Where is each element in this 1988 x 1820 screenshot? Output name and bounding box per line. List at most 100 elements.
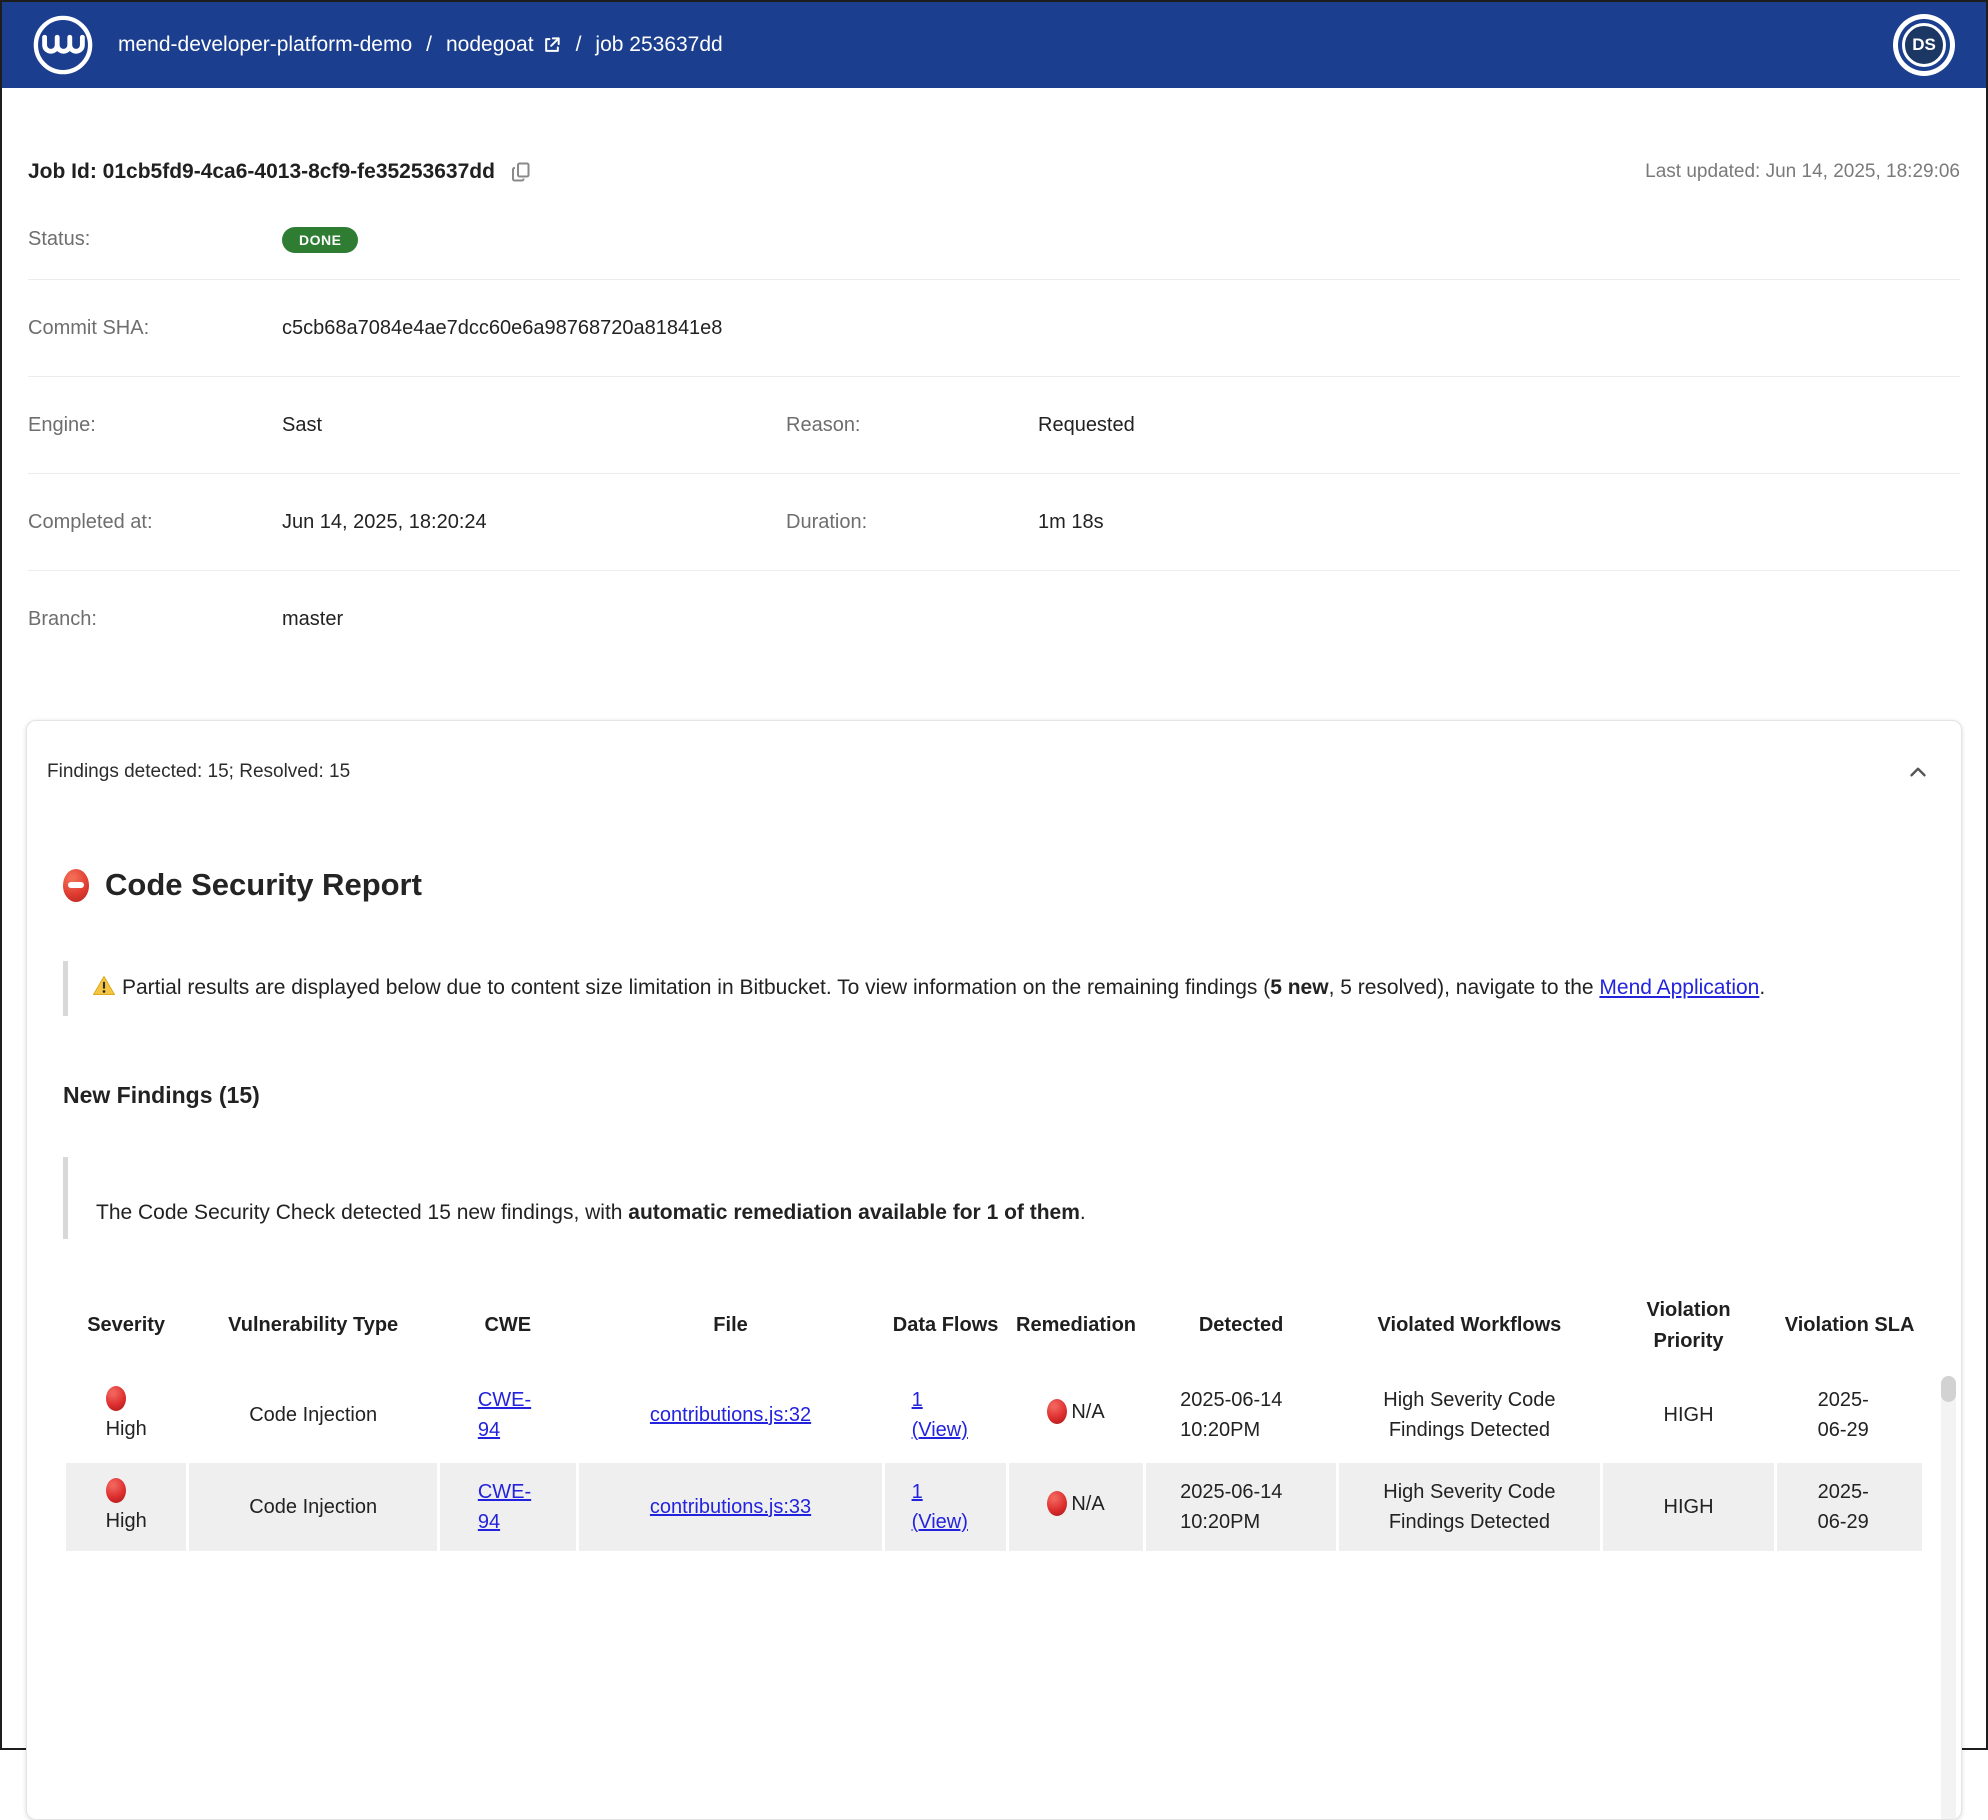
cwe-cell: CWE-94 [440, 1371, 576, 1459]
col-file: File [579, 1285, 883, 1367]
commit-label: Commit SHA: [28, 317, 282, 340]
breadcrumb-repo-label: nodegoat [446, 33, 534, 57]
job-details-section: Job Id: 01cb5fd9-4ca6-4013-8cf9-fe352536… [2, 160, 1986, 668]
commit-row: Commit SHA: c5cb68a7084e4ae7dcc60e6a9876… [28, 280, 1960, 377]
chevron-up-icon[interactable] [1905, 759, 1931, 785]
intro-text-bold: automatic remediation available for 1 of… [628, 1201, 1080, 1224]
job-id-row: Job Id: 01cb5fd9-4ca6-4013-8cf9-fe352536… [28, 160, 1960, 184]
breadcrumb-repo[interactable]: nodegoat [446, 33, 562, 57]
mend-logo-icon[interactable] [32, 14, 94, 76]
warning-text-post: . [1759, 976, 1765, 999]
data-flows-cell: 1 (View) [885, 1463, 1005, 1551]
data-flows-link[interactable]: 1 (View) [912, 1385, 980, 1445]
branch-row: Branch: master [28, 571, 1960, 668]
vulnerability-type-cell: Code Injection [189, 1371, 437, 1459]
engine-value: Sast [282, 414, 786, 437]
file-link[interactable]: contributions.js:32 [650, 1404, 811, 1426]
last-updated-text: Last updated: Jun 14, 2025, 18:29:06 [1645, 161, 1960, 183]
data-flows-link[interactable]: 1 (View) [912, 1477, 980, 1537]
warning-text-pre: Partial results are displayed below due … [122, 976, 1270, 999]
engine-label: Engine: [28, 414, 282, 437]
breadcrumb-project[interactable]: mend-developer-platform-demo [118, 33, 412, 57]
scrollbar-thumb[interactable] [1941, 1376, 1956, 1402]
warning-text-bold: 5 new [1270, 976, 1328, 999]
red-circle-icon [1047, 1491, 1067, 1516]
mend-application-link[interactable]: Mend Application [1599, 976, 1759, 999]
status-label: Status: [28, 228, 282, 251]
breadcrumb-separator: / [576, 33, 582, 57]
job-id-text: Job Id: 01cb5fd9-4ca6-4013-8cf9-fe352536… [28, 160, 495, 184]
report-body: Code Security Report Partial results are… [27, 867, 1961, 1555]
intro-text-post: . [1080, 1201, 1086, 1224]
detected-text: 2025-06-14 10:20PM [1180, 1385, 1302, 1445]
warning-text-mid: , 5 resolved), navigate to the [1329, 976, 1600, 999]
table-row: High Code Injection CWE-94 contributions… [66, 1463, 1922, 1551]
external-link-icon [542, 35, 562, 55]
reason-value: Requested [1038, 414, 1960, 437]
remediation-text: N/A [1071, 1489, 1104, 1519]
breadcrumb: mend-developer-platform-demo / nodegoat … [118, 33, 723, 57]
copy-icon[interactable] [509, 160, 533, 184]
top-navbar: mend-developer-platform-demo / nodegoat … [2, 2, 1986, 88]
warning-icon [92, 971, 116, 992]
cwe-cell: CWE-94 [440, 1463, 576, 1551]
table-header-row: Severity Vulnerability Type CWE File Dat… [66, 1285, 1922, 1367]
status-row: Status: DONE [28, 200, 1960, 280]
vertical-scrollbar[interactable] [1941, 1376, 1956, 1819]
completed-label: Completed at: [28, 511, 282, 534]
branch-label: Branch: [28, 608, 282, 631]
page: { "colors": { "navbar_blue": "#1b3e8e", … [0, 0, 1988, 1750]
col-remediation: Remediation [1009, 1285, 1144, 1367]
findings-summary-text: Findings detected: 15; Resolved: 15 [47, 761, 350, 783]
col-severity: Severity [66, 1285, 186, 1367]
detected-cell: 2025-06-14 10:20PM [1146, 1371, 1336, 1459]
findings-card-header[interactable]: Findings detected: 15; Resolved: 15 [27, 721, 1961, 785]
report-title-text: Code Security Report [105, 867, 422, 903]
col-vulnerability-type: Vulnerability Type [189, 1285, 437, 1367]
data-flows-cell: 1 (View) [885, 1371, 1005, 1459]
user-avatar[interactable]: DS [1902, 23, 1946, 67]
remediation-cell: N/A [1009, 1371, 1144, 1459]
red-circle-icon [106, 1478, 126, 1503]
detected-cell: 2025-06-14 10:20PM [1146, 1463, 1336, 1551]
remediation-text: N/A [1071, 1397, 1104, 1427]
detected-text: 2025-06-14 10:20PM [1180, 1477, 1302, 1537]
col-violation-sla: Violation SLA [1777, 1285, 1922, 1367]
findings-table: Severity Vulnerability Type CWE File Dat… [63, 1281, 1925, 1555]
duration-value: 1m 18s [1038, 511, 1960, 534]
completed-duration-row: Completed at: Jun 14, 2025, 18:20:24 Dur… [28, 474, 1960, 571]
severity-text: High [106, 1506, 147, 1536]
col-data-flows: Data Flows [885, 1285, 1005, 1367]
violation-sla-cell: 2025-06-29 [1777, 1463, 1922, 1551]
new-findings-heading: New Findings (15) [63, 1082, 1925, 1109]
table-row: High Code Injection CWE-94 contributions… [66, 1371, 1922, 1459]
col-cwe: CWE [440, 1285, 576, 1367]
intro-text-pre: The Code Security Check detected 15 new … [96, 1201, 628, 1224]
violated-workflows-cell: High Severity Code Findings Detected [1339, 1463, 1600, 1551]
cwe-link[interactable]: CWE-94 [478, 1385, 538, 1445]
completed-value: Jun 14, 2025, 18:20:24 [282, 511, 786, 534]
engine-reason-row: Engine: Sast Reason: Requested [28, 377, 1960, 474]
findings-card: Findings detected: 15; Resolved: 15 Code… [26, 720, 1962, 1820]
severity-text: High [106, 1414, 147, 1444]
sla-text: 2025-06-29 [1818, 1385, 1882, 1445]
partial-results-callout: Partial results are displayed below due … [63, 961, 1893, 1016]
violation-priority-cell: HIGH [1603, 1371, 1774, 1459]
vulnerability-type-cell: Code Injection [189, 1463, 437, 1551]
reason-label: Reason: [786, 414, 1038, 437]
branch-value: master [282, 608, 786, 631]
red-circle-icon [1047, 1399, 1067, 1424]
severity-cell: High [66, 1463, 186, 1551]
report-title: Code Security Report [63, 867, 1925, 903]
violation-sla-cell: 2025-06-29 [1777, 1371, 1922, 1459]
cwe-link[interactable]: CWE-94 [478, 1477, 538, 1537]
col-violated-workflows: Violated Workflows [1339, 1285, 1600, 1367]
file-link[interactable]: contributions.js:33 [650, 1496, 811, 1518]
duration-label: Duration: [786, 511, 1038, 534]
no-entry-icon [63, 869, 89, 902]
sla-text: 2025-06-29 [1818, 1477, 1882, 1537]
col-violation-priority: Violation Priority [1603, 1285, 1774, 1367]
red-circle-icon [106, 1386, 126, 1411]
violation-priority-cell: HIGH [1603, 1463, 1774, 1551]
file-cell: contributions.js:33 [579, 1463, 883, 1551]
